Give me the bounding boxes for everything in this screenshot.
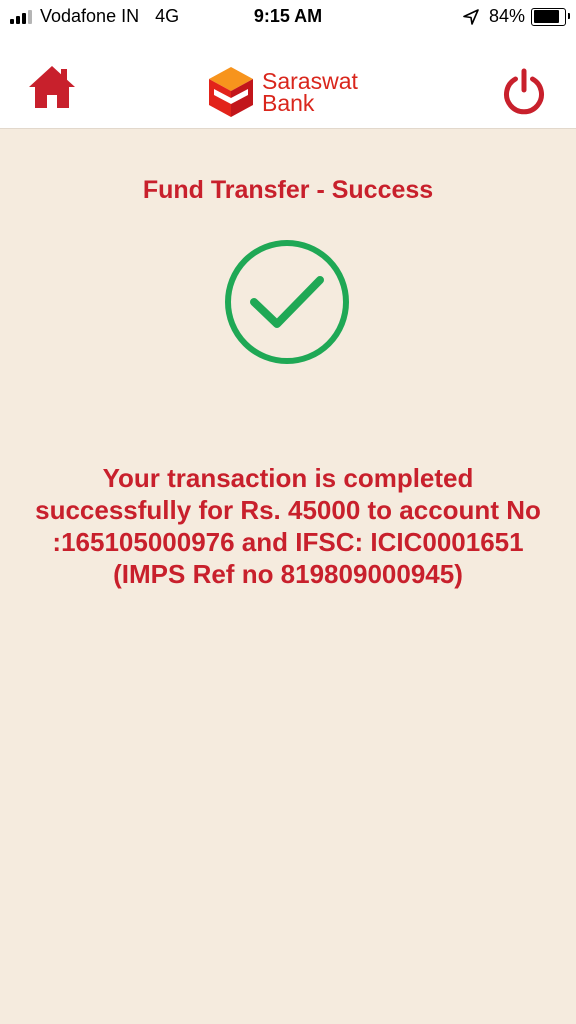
battery-fill	[533, 10, 559, 23]
success-check-icon	[223, 238, 351, 366]
saraswat-bank-logo: Saraswat Bank	[206, 64, 376, 120]
battery-percent: 84%	[488, 6, 525, 26]
app-header: Saraswat Bank	[0, 34, 576, 129]
logout-button[interactable]	[500, 68, 548, 116]
battery-icon	[531, 7, 570, 26]
home-icon	[29, 66, 75, 108]
transaction-message: Your transaction is completed successful…	[35, 463, 541, 589]
status-bar: Vodafone IN 4G 9:15 AM 84%	[0, 0, 576, 34]
location-arrow-icon	[463, 8, 479, 25]
logo-line1: Saraswat	[262, 68, 358, 94]
power-icon	[504, 68, 544, 115]
logo-text: Saraswat Bank	[262, 68, 358, 116]
home-button[interactable]	[26, 62, 78, 110]
bank-logo-icon	[209, 67, 253, 117]
status-right: 84%	[463, 6, 570, 27]
logo-line2: Bank	[262, 90, 315, 116]
page-title: Fund Transfer - Success	[142, 176, 434, 204]
